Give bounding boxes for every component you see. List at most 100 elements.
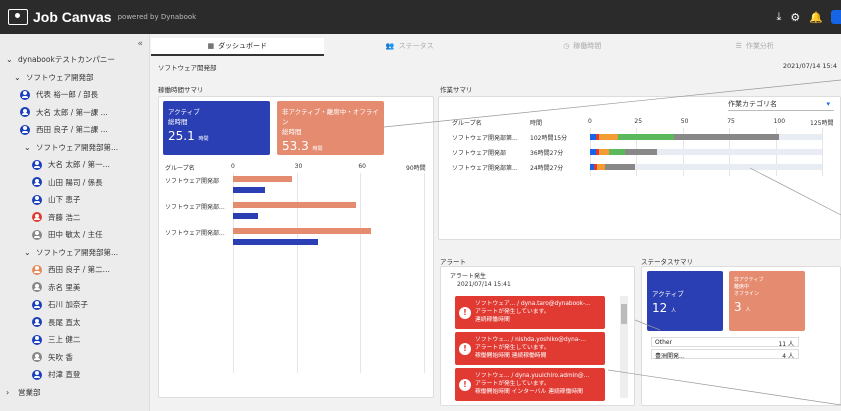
people-icon: 👥	[385, 42, 395, 50]
alerts-scrollbar[interactable]	[620, 296, 628, 398]
tree-label: ソフトウェア開発部第...	[36, 142, 119, 152]
tree-label: 山田 陽司 / 係長	[48, 177, 103, 187]
alert-line2: アラートが発生しています。	[475, 309, 550, 315]
tree-label: ソフトウェア開発部第...	[36, 247, 119, 257]
alert-item[interactable]: ! ソフトウェ... / dyna.yuuichiro.admin@... アラート…	[455, 368, 605, 401]
tab-1[interactable]: 👥 ステータス	[324, 38, 497, 56]
work-row-label: ソフトウェア開発部	[452, 150, 507, 157]
card-title-2: 離席中	[734, 284, 750, 290]
grid-line	[822, 128, 823, 176]
tree-person[interactable]: 長尾 直太	[32, 317, 80, 328]
work-bar-segment	[673, 134, 780, 140]
tree-person[interactable]: 西田 良子 / 第二...	[32, 264, 110, 275]
chart-group-header: グループ名	[165, 165, 195, 172]
status-row-label: Other	[655, 339, 673, 346]
tree-group[interactable]: › 営業部	[6, 387, 41, 398]
status-row: 豊洲開発... 4 人	[651, 349, 799, 360]
work-bar-segment	[597, 164, 605, 170]
card-value: 3	[734, 300, 742, 314]
person-icon	[32, 299, 42, 310]
tree-person[interactable]: 大名 太郎 / 第一...	[32, 159, 110, 170]
grid-line	[360, 173, 362, 373]
alert-line1: ソフトウェ... / nishda.yoshiko@dyna-...	[475, 337, 586, 343]
tick-label: 0	[588, 118, 592, 125]
chevron-down-icon[interactable]: ⌄	[24, 248, 36, 257]
alert-icon: !	[459, 307, 471, 319]
alert-line3: 稼働開始時間 インターバル 連続稼働時間	[475, 389, 583, 395]
tree-label: ソフトウェア開発部	[26, 72, 94, 82]
download-icon[interactable]: ⤓	[777, 10, 782, 24]
work-bar-segment	[599, 149, 609, 155]
tab-3[interactable]: ☰ 作業分析	[669, 38, 841, 56]
tree-person[interactable]: 西田 良子 / 第二課 ...	[20, 124, 108, 135]
status-row-value: 4 人	[782, 353, 794, 360]
inactive-hours-card[interactable]: 非アクティブ・離席中・オフライン 総時間 53.3 時間	[277, 101, 384, 155]
category-dropdown[interactable]: 作業カテゴリ名 ▾	[728, 99, 834, 111]
tree-person[interactable]: 村津 直登	[32, 369, 80, 380]
tab-0[interactable]: ▦ ダッシュボード	[151, 38, 324, 56]
chevron-down-icon[interactable]: ⌄	[14, 73, 26, 82]
tab-2[interactable]: ◷ 稼働時間	[496, 38, 669, 56]
top-bar: Job Canvas powered by Dynabook ⤓ ⚙ 🔔	[0, 0, 841, 34]
tree-person[interactable]: 斉藤 浩二	[32, 212, 80, 223]
person-icon	[20, 107, 30, 117]
tick-label: 30	[294, 163, 303, 170]
gear-icon[interactable]: ⚙	[790, 11, 800, 24]
tree-group[interactable]: ⌄ ソフトウェア開発部第...	[24, 142, 118, 153]
person-icon	[32, 369, 42, 380]
card-unit: 人	[745, 307, 751, 313]
chevron-down-icon[interactable]: ⌄	[6, 55, 18, 64]
person-icon	[32, 264, 42, 275]
collapse-sidebar-icon[interactable]: «	[137, 39, 143, 49]
tree-label: 矢吹 香	[48, 352, 73, 362]
alert-icon: !	[459, 379, 471, 391]
brand[interactable]: Job Canvas powered by Dynabook	[8, 9, 196, 25]
tick-label: 60	[358, 163, 366, 170]
tree-person[interactable]: 赤名 里美	[32, 282, 80, 293]
alert-item[interactable]: ! ソフトウェ... / nishda.yoshiko@dyna-... アラートが…	[455, 332, 605, 365]
tree-group[interactable]: ⌄ dynabookテストカンパニー	[6, 54, 115, 65]
tree-person[interactable]: 矢吹 香	[32, 352, 73, 363]
tree-label: dynabookテストカンパニー	[18, 55, 115, 64]
card-title: アクティブ	[652, 290, 684, 298]
alerts-title: アラート	[440, 258, 466, 266]
tree-group[interactable]: ⌄ ソフトウェア開発部	[14, 72, 94, 83]
tree-label: 三上 健二	[48, 335, 81, 344]
chevron-down-icon[interactable]: ⌄	[24, 143, 36, 152]
status-row: Other 11 人	[651, 337, 799, 348]
active-status-card[interactable]: アクティブ 12 人	[647, 271, 723, 331]
tree-person[interactable]: 山下 恵子	[32, 194, 80, 205]
bell-icon[interactable]: 🔔	[809, 11, 823, 24]
work-bar-segment	[617, 134, 674, 140]
chevron-down-icon: ▾	[826, 100, 830, 108]
tree-label: 田中 敏太 / 主任	[48, 230, 103, 239]
alert-line2: アラートが発生しています。	[475, 381, 550, 387]
tick-label: 125時間	[810, 120, 834, 127]
active-hours-card[interactable]: アクティブ 総時間 25.1 時間	[163, 101, 270, 155]
inactive-status-card[interactable]: 非アクティブ 離席中 オフライン 3 人	[729, 271, 805, 331]
user-icon[interactable]	[831, 10, 841, 24]
inactive-bar	[233, 176, 293, 182]
tab-label: 作業分析	[745, 42, 774, 50]
tree-person[interactable]: 石川 加奈子	[32, 299, 88, 310]
tree-label: 大名 太郎 / 第一課 ...	[36, 107, 108, 117]
tree-person[interactable]: 山田 陽司 / 係長	[32, 177, 103, 188]
tree-person[interactable]: 大名 太郎 / 第一課 ...	[20, 107, 108, 118]
card-title: 非アクティブ・離席中・オフライン	[282, 108, 379, 126]
card-sub: 総時間	[282, 128, 302, 136]
tree-person[interactable]: 三上 健二	[32, 334, 80, 345]
tree-group[interactable]: ⌄ ソフトウェア開発部第...	[24, 247, 118, 258]
status-summary-title: ステータスサマリ	[641, 258, 693, 266]
powered-by: powered by Dynabook	[117, 13, 197, 21]
tree-label: 赤名 里美	[48, 282, 81, 292]
work-row-label: ソフトウェア開発部第...	[452, 135, 518, 142]
chart-row-label: ソフトウェア開発部	[165, 178, 220, 185]
tree-person[interactable]: 田中 敏太 / 主任	[32, 229, 103, 240]
tree-label: 代表 裕一郎 / 部長	[36, 90, 99, 99]
tree-person[interactable]: 代表 裕一郎 / 部長	[20, 89, 98, 100]
card-value: 12	[652, 301, 668, 315]
tree-label: 村津 直登	[48, 370, 81, 379]
chevron-right-icon[interactable]: ›	[6, 388, 18, 397]
alert-item[interactable]: ! ソフトウェア... / dyna.taro@dynabook-... アラートが…	[455, 296, 605, 329]
work-group-header: グループ名	[452, 120, 482, 127]
